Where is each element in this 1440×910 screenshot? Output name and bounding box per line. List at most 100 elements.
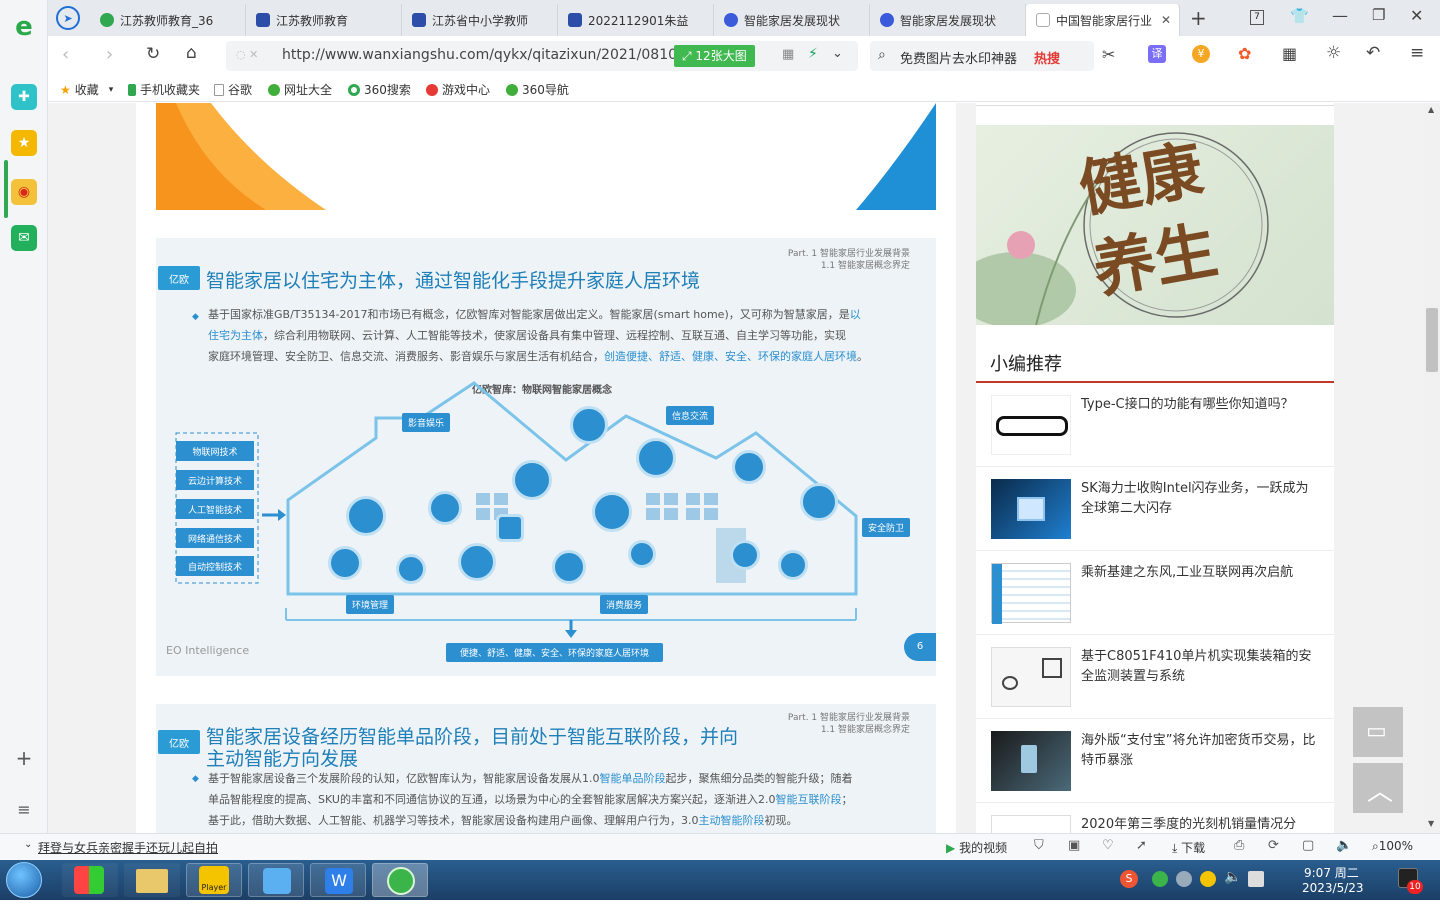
tab-3[interactable]: 2022112901朱益	[558, 4, 714, 36]
minimize-button[interactable]: —	[1332, 6, 1348, 25]
game-icon[interactable]: ✿	[1238, 44, 1251, 63]
taskbar-app-player[interactable]: Player	[186, 863, 242, 897]
heart-icon[interactable]: ♡	[1102, 838, 1114, 853]
recommend-item[interactable]: SK海力士收购Intel闪存业务，一跃成为全球第二大闪存	[976, 467, 1334, 551]
lightning-icon[interactable]: ⚡	[808, 46, 818, 62]
tray-security-icon[interactable]: S	[1120, 870, 1138, 888]
sync-icon[interactable]: ⟳	[1268, 838, 1279, 853]
list-icon[interactable]: ≡	[11, 796, 37, 822]
security-icon[interactable]: ◌ ✕	[236, 48, 258, 61]
scroll-up-arrow[interactable]: ▲	[1428, 105, 1434, 114]
recommend-title[interactable]: 海外版“支付宝”将允许加密货币交易，比特币暴涨	[1081, 731, 1321, 771]
bookmark-360search[interactable]: 360搜索	[348, 81, 411, 98]
add-icon[interactable]: +	[11, 745, 37, 771]
bookmark-mobile[interactable]: 手机收藏夹	[128, 81, 200, 98]
recommend-item[interactable]: Type-C接口的功能有哪些你知道吗？	[976, 383, 1334, 467]
qr-icon[interactable]: ▦	[782, 47, 794, 62]
tab-2[interactable]: 江苏省中小学教师	[402, 4, 558, 36]
translate-icon[interactable]: 译	[1148, 45, 1166, 63]
notification-badge[interactable]: 10	[1407, 880, 1423, 894]
image-icon[interactable]: ▣	[1068, 838, 1080, 853]
comment-button[interactable]: ▭	[1353, 707, 1403, 757]
new-tab-button[interactable]: +	[1190, 6, 1207, 30]
back-to-top-button[interactable]: ︿	[1353, 763, 1403, 813]
taskbar-app-explorer[interactable]	[124, 863, 180, 897]
tray-plus-icon[interactable]	[1200, 871, 1216, 887]
recommend-title[interactable]: 乘新基建之东风,工业互联网再次启航	[1081, 563, 1321, 583]
bookmark-google[interactable]: 谷歌	[214, 81, 252, 98]
tray-volume-icon[interactable]: 🔈	[1224, 869, 1241, 885]
tray-360-icon[interactable]	[1152, 871, 1168, 887]
weibo-icon[interactable]: ◉	[11, 179, 37, 205]
expand-news-icon[interactable]: ⌄	[24, 839, 32, 850]
hot-search-label[interactable]: 热搜	[1034, 48, 1060, 67]
health-banner[interactable]: 健康养生	[976, 125, 1334, 325]
tray-keyboard-icon[interactable]	[1248, 871, 1264, 887]
search-box[interactable]: ⌕ 免费图片去水印神器 热搜	[870, 41, 1094, 71]
recommend-item[interactable]: 乘新基建之东风,工业互联网再次启航	[976, 551, 1334, 635]
home-button[interactable]: ⌂	[186, 43, 197, 63]
scroll-thumb[interactable]	[1426, 308, 1438, 372]
start-button[interactable]	[6, 862, 42, 898]
recommend-item[interactable]: 基于C8051F410单片机实现集装箱的安全监测装置与系统	[976, 635, 1334, 719]
recommend-title[interactable]: 2020年第三季度的光刻机销量情况分	[1081, 815, 1321, 833]
shield-icon[interactable]: ⛉	[1034, 838, 1044, 853]
menu-icon[interactable]: ≡	[1410, 43, 1424, 63]
tab-count[interactable]: 7	[1250, 10, 1264, 25]
tab-5[interactable]: 智能家居发展现状	[870, 4, 1026, 36]
big-image-badge[interactable]: ⤢ 12张大图	[674, 45, 755, 67]
scroll-down-arrow[interactable]: ▼	[1428, 819, 1434, 828]
my-video[interactable]: ▶ 我的视频	[946, 839, 1007, 856]
tab-1[interactable]: 江苏教师教育	[246, 4, 402, 36]
url-text[interactable]: http://www.wanxiangshu.com/qykx/qitazixu…	[282, 47, 682, 63]
restore-button[interactable]: ❐	[1372, 6, 1385, 24]
download-button[interactable]: ⤓ 下载	[1172, 839, 1205, 856]
url-field[interactable]: ◌ ✕ http://www.wanxiangshu.com/qykx/qita…	[226, 41, 858, 71]
theme-icon[interactable]: ☼	[1326, 43, 1341, 63]
skin-icon[interactable]: 👕	[1290, 7, 1309, 25]
taskbar-app-browser[interactable]	[372, 863, 428, 897]
bookmark-360nav[interactable]: 360导航	[506, 81, 569, 98]
zoom-level[interactable]: ⌕100%	[1372, 839, 1413, 854]
taskbar-app-files[interactable]	[248, 863, 304, 897]
forward-button[interactable]: ›	[106, 44, 113, 65]
recommend-title[interactable]: Type-C接口的功能有哪些你知道吗？	[1081, 395, 1321, 415]
favorites-icon[interactable]: ★	[11, 130, 37, 156]
dropdown-icon[interactable]: ⌄	[832, 46, 843, 61]
undo-icon[interactable]: ↶	[1366, 43, 1380, 63]
recommend-item[interactable]: 海外版“支付宝”将允许加密货币交易，比特币暴涨	[976, 719, 1334, 803]
bookmark-favorites[interactable]: ★ 收藏 ▾	[60, 81, 113, 98]
taskbar-app-media[interactable]	[62, 863, 118, 897]
recommend-item[interactable]: 2020年第三季度的光刻机销量情况分	[976, 803, 1334, 833]
tab-4[interactable]: 智能家居发展现状	[714, 4, 870, 36]
browser-logo-icon[interactable]: e	[11, 12, 37, 42]
browser-icon	[387, 867, 415, 895]
bookmark-games[interactable]: 游戏中心	[426, 81, 490, 98]
rocket-icon[interactable]: ➚	[1136, 838, 1147, 853]
news-ticker[interactable]: 拜登与女兵亲密握手还玩儿起自拍	[38, 839, 218, 856]
plugin-icon[interactable]: ✚	[11, 84, 37, 110]
close-tab-icon[interactable]: ✕	[1161, 13, 1171, 27]
back-button[interactable]: ‹	[62, 44, 69, 65]
clock-date[interactable]: 2023/5/23	[1302, 881, 1364, 895]
search-placeholder[interactable]: 免费图片去水印神器	[900, 48, 1017, 67]
bookmark-urls[interactable]: 网址大全	[268, 81, 332, 98]
tab-0[interactable]: 江苏教师教育_36	[90, 4, 246, 36]
scissors-icon[interactable]: ✂	[1102, 45, 1115, 64]
page-scrollbar[interactable]: ▲ ▼	[1424, 103, 1440, 833]
navigate-icon[interactable]: ➤	[56, 6, 80, 30]
coin-icon[interactable]: ¥	[1192, 45, 1210, 63]
recommend-title[interactable]: SK海力士收购Intel闪存业务，一跃成为全球第二大闪存	[1081, 479, 1321, 519]
reload-button[interactable]: ↻	[146, 44, 160, 64]
tab-6-active[interactable]: 中国智能家居行业 ✕	[1026, 4, 1180, 36]
close-button[interactable]: ✕	[1410, 6, 1423, 25]
sound-icon[interactable]: 🔈	[1336, 838, 1352, 853]
apps-icon[interactable]: ▦	[1282, 44, 1297, 63]
print-icon[interactable]: ⎙	[1234, 838, 1244, 853]
clock-time[interactable]: 9:07 周二	[1304, 864, 1359, 881]
window-icon[interactable]: ▢	[1302, 838, 1314, 853]
tray-network-icon[interactable]	[1176, 871, 1192, 887]
recommend-title[interactable]: 基于C8051F410单片机实现集装箱的安全监测装置与系统	[1081, 647, 1321, 687]
mail-icon[interactable]: ✉	[11, 225, 37, 251]
taskbar-app-wps[interactable]: W	[310, 863, 366, 897]
